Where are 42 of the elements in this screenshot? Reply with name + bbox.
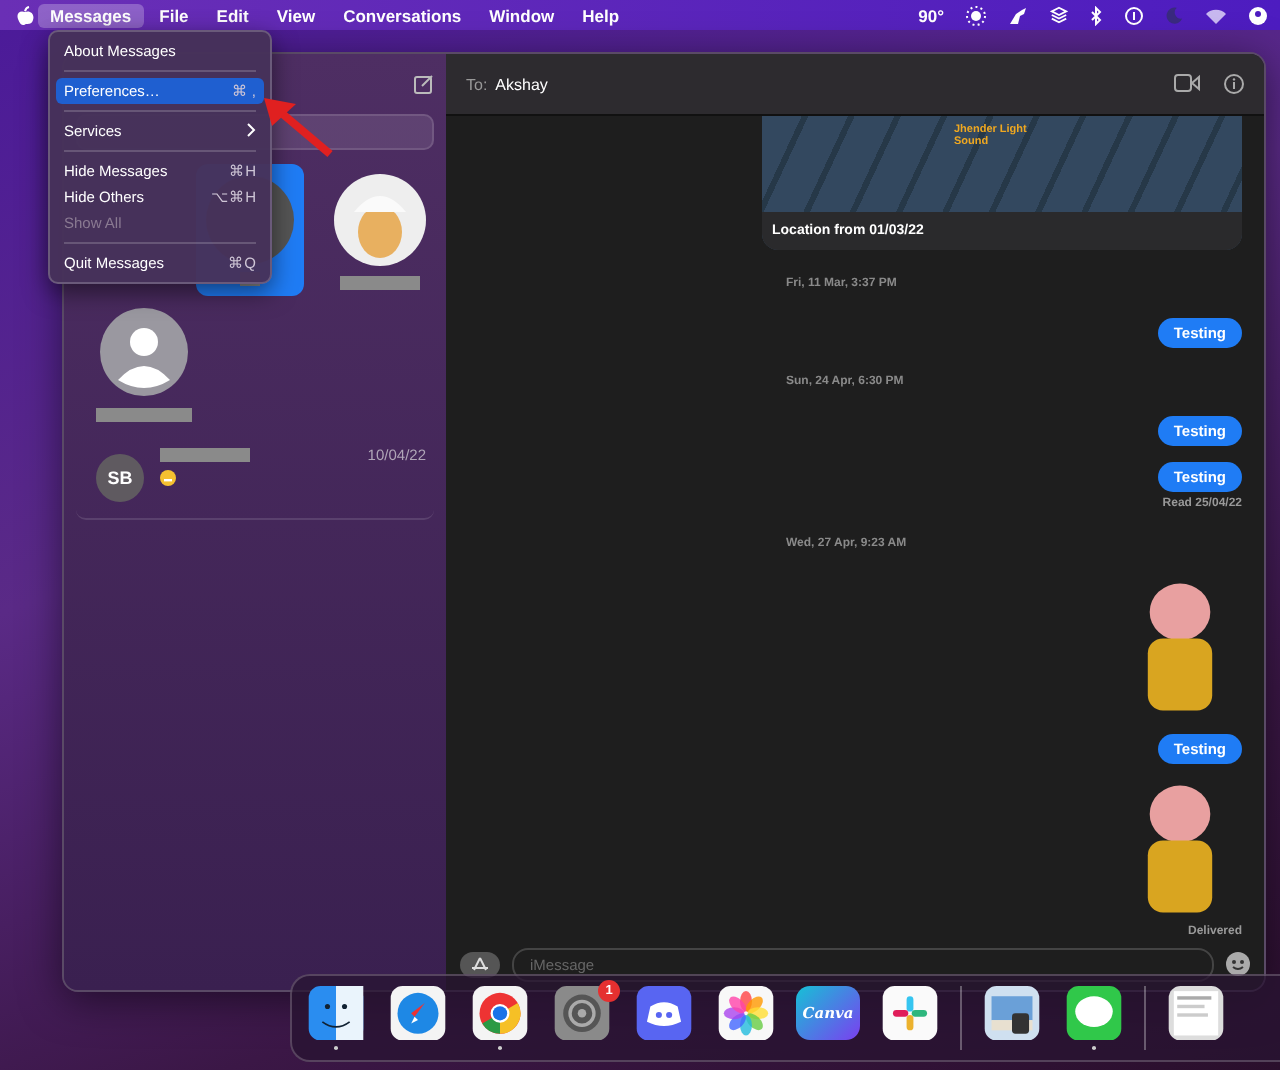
dock-app-icon[interactable]: [386, 986, 450, 1041]
app-store-icon[interactable]: [460, 951, 500, 977]
initials-avatar: SB: [96, 454, 144, 502]
info-circle-icon: [1124, 5, 1144, 25]
menu-bar-item[interactable]: Edit: [204, 3, 261, 27]
dock-app-icon[interactable]: [1164, 986, 1228, 1041]
wifi-icon: [1206, 6, 1226, 24]
moon-icon: [1166, 6, 1184, 24]
user-icon: [1248, 5, 1268, 25]
dock-app-icon[interactable]: [714, 986, 778, 1041]
menu-bar-item[interactable]: File: [147, 3, 201, 27]
menu-bar-item[interactable]: Window: [477, 3, 567, 27]
sun-icon: [966, 5, 986, 25]
avatar-drawing: [332, 171, 429, 267]
temperature-text: 90°: [918, 5, 944, 25]
info-icon[interactable]: [1224, 74, 1244, 94]
redacted-name: [96, 408, 192, 422]
dock-app-icon[interactable]: [468, 986, 532, 1041]
compose-icon[interactable]: [414, 74, 434, 94]
emoji-icon: [160, 470, 176, 486]
person-avatar-icon[interactable]: [100, 308, 188, 396]
redacted-name: [340, 275, 421, 289]
dock-app-icon[interactable]: [550, 986, 614, 1041]
dock-app-icon[interactable]: [1062, 986, 1126, 1041]
menu-bar-item[interactable]: View: [264, 3, 328, 27]
dock-app-icon[interactable]: [304, 986, 368, 1041]
apple-logo-icon: [16, 5, 34, 25]
dock-app-icon[interactable]: [632, 986, 696, 1041]
pointer-arrow: [262, 94, 338, 162]
redacted-name: [160, 448, 250, 462]
layers-icon: [1050, 6, 1068, 24]
menu-bar-item[interactable]: Conversations: [331, 3, 474, 27]
chevron-right-icon: [246, 122, 256, 138]
dock-app-icon[interactable]: [980, 986, 1044, 1041]
bluetooth-icon: [1090, 5, 1102, 25]
to-label: To:: [466, 75, 488, 93]
menu-bar-item[interactable]: Help: [570, 3, 632, 27]
emoji-icon[interactable]: [1226, 952, 1250, 976]
menu-bar-item[interactable]: Messages: [38, 3, 144, 27]
video-call-icon[interactable]: [1174, 74, 1200, 92]
dock-app-icon[interactable]: [878, 986, 942, 1041]
recipient-name: Akshay: [495, 75, 548, 93]
